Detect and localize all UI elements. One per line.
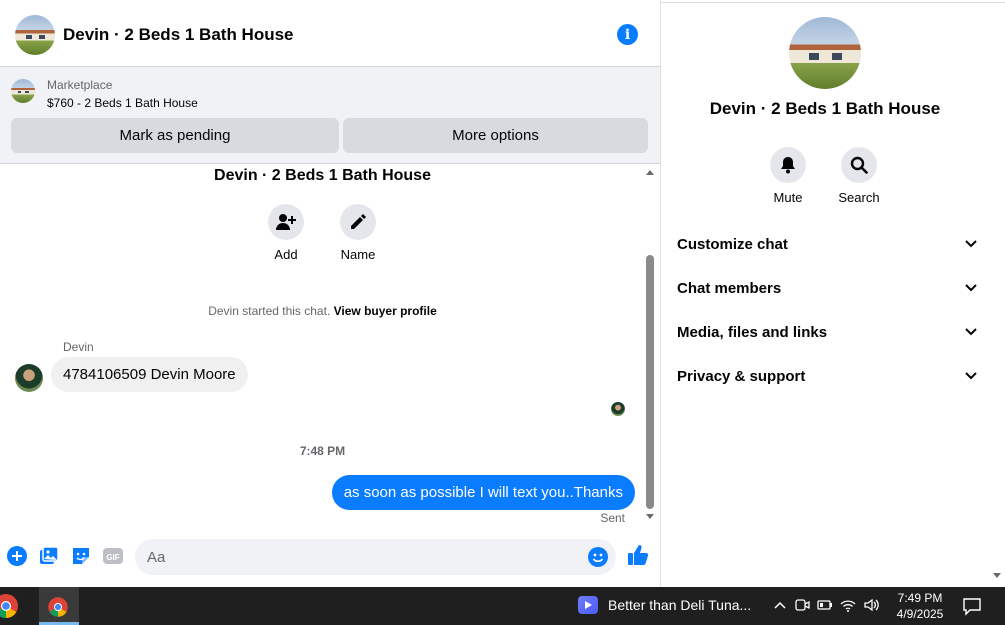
incoming-message-bubble[interactable]: 4784106509 Devin Moore bbox=[51, 357, 248, 392]
wifi-icon[interactable] bbox=[840, 597, 856, 613]
bell-icon[interactable] bbox=[770, 147, 806, 183]
info-icon[interactable]: i bbox=[617, 24, 638, 45]
chevron-down-icon bbox=[965, 328, 977, 336]
notification-icon[interactable] bbox=[962, 596, 982, 616]
listing-price-title[interactable]: $760 - 2 Beds 1 Bath House bbox=[47, 96, 198, 110]
chevron-down-icon bbox=[965, 240, 977, 248]
mark-as-pending-button[interactable]: Mark as pending bbox=[11, 118, 339, 153]
chrome-profile-app[interactable] bbox=[39, 587, 79, 625]
search-action[interactable]: Search bbox=[829, 147, 889, 205]
chat-title[interactable]: Devin · 2 Beds 1 Bath House bbox=[63, 25, 294, 45]
media-files-links-section[interactable]: Media, files and links bbox=[677, 320, 977, 344]
windows-taskbar: Better than Deli Tuna... 7:49 PM 4/9/202… bbox=[0, 587, 1005, 625]
search-label: Search bbox=[838, 190, 880, 205]
chrome-icon[interactable] bbox=[0, 590, 22, 622]
meet-now-icon[interactable] bbox=[794, 597, 810, 613]
clock-time: 7:49 PM bbox=[897, 591, 943, 605]
media-widget[interactable]: Better than Deli Tuna... bbox=[578, 596, 751, 614]
message-thread: Devin · 2 Beds 1 Bath House Add Name Dev… bbox=[0, 165, 660, 530]
chrome-icon bbox=[48, 597, 68, 617]
scrollbar-thumb[interactable] bbox=[646, 255, 654, 509]
started-text: Devin started this chat. bbox=[208, 304, 331, 318]
view-buyer-profile-link[interactable]: View buyer profile bbox=[334, 304, 437, 318]
sent-status: Sent bbox=[600, 511, 625, 525]
add-people-action[interactable]: Add bbox=[256, 204, 316, 262]
scroll-up-arrow-icon[interactable] bbox=[646, 170, 654, 175]
battery-icon[interactable] bbox=[817, 597, 833, 613]
thumbs-up-icon[interactable] bbox=[627, 544, 649, 566]
outgoing-message-bubble[interactable]: as soon as possible I will text you..Tha… bbox=[331, 475, 635, 510]
name-label: Name bbox=[340, 247, 376, 262]
gif-text: GIF bbox=[106, 553, 119, 562]
section-label: Customize chat bbox=[677, 235, 788, 253]
photo-icon[interactable] bbox=[39, 546, 59, 566]
taskbar-clock[interactable]: 7:49 PM 4/9/2025 bbox=[890, 590, 950, 622]
details-avatar[interactable] bbox=[789, 17, 861, 89]
marketplace-label: Marketplace bbox=[47, 78, 113, 92]
scroll-down-arrow-icon[interactable] bbox=[646, 514, 654, 519]
chat-header: Devin · 2 Beds 1 Bath House i bbox=[0, 3, 660, 67]
sender-avatar[interactable] bbox=[15, 364, 43, 392]
chat-details-pane: Devin · 2 Beds 1 Bath House Mute Search … bbox=[661, 3, 1005, 587]
search-icon[interactable] bbox=[841, 147, 877, 183]
chat-started-notice: Devin started this chat. View buyer prof… bbox=[0, 304, 645, 318]
mute-action[interactable]: Mute bbox=[758, 147, 818, 205]
chat-members-section[interactable]: Chat members bbox=[677, 276, 977, 300]
mute-label: Mute bbox=[773, 190, 803, 205]
chevron-down-icon bbox=[965, 284, 977, 292]
play-icon bbox=[578, 596, 598, 614]
scroll-down-arrow-icon[interactable] bbox=[993, 573, 1001, 578]
emoji-icon[interactable] bbox=[588, 547, 608, 567]
chat-pane: Devin · 2 Beds 1 Bath House i Marketplac… bbox=[0, 0, 661, 587]
system-tray bbox=[773, 597, 886, 613]
marketplace-listing-bar: Marketplace $760 - 2 Beds 1 Bath House M… bbox=[0, 66, 660, 164]
pencil-icon[interactable] bbox=[340, 204, 376, 240]
message-timestamp: 7:48 PM bbox=[299, 444, 346, 458]
chevron-up-icon[interactable] bbox=[773, 598, 787, 612]
customize-chat-section[interactable]: Customize chat bbox=[677, 232, 977, 256]
thread-title: Devin · 2 Beds 1 Bath House bbox=[214, 167, 431, 184]
clock-date: 4/9/2025 bbox=[896, 607, 944, 621]
add-label: Add bbox=[274, 247, 298, 262]
section-label: Privacy & support bbox=[677, 367, 806, 385]
privacy-support-section[interactable]: Privacy & support bbox=[677, 364, 977, 388]
add-person-icon[interactable] bbox=[268, 204, 304, 240]
message-composer: GIF bbox=[0, 537, 660, 577]
media-title: Better than Deli Tuna... bbox=[608, 597, 752, 613]
thread-scrollbar[interactable] bbox=[645, 165, 655, 525]
messenger-window: Devin · 2 Beds 1 Bath House i Marketplac… bbox=[0, 0, 1005, 625]
volume-icon[interactable] bbox=[863, 597, 879, 613]
chevron-down-icon bbox=[965, 372, 977, 380]
section-label: Media, files and links bbox=[677, 323, 828, 341]
plus-icon[interactable] bbox=[7, 546, 27, 566]
section-label: Chat members bbox=[677, 279, 782, 297]
details-title: Devin · 2 Beds 1 Bath House bbox=[709, 99, 941, 118]
message-input-wrapper bbox=[135, 539, 616, 575]
gif-icon[interactable]: GIF bbox=[103, 546, 123, 566]
listing-avatar[interactable] bbox=[15, 15, 55, 55]
name-chat-action[interactable]: Name bbox=[328, 204, 388, 262]
read-receipt-avatar bbox=[611, 402, 625, 416]
sticker-icon[interactable] bbox=[71, 546, 91, 566]
more-options-button[interactable]: More options bbox=[343, 118, 648, 153]
listing-thumbnail[interactable] bbox=[11, 79, 35, 103]
message-input[interactable] bbox=[147, 539, 577, 575]
sender-name: Devin bbox=[63, 340, 94, 354]
